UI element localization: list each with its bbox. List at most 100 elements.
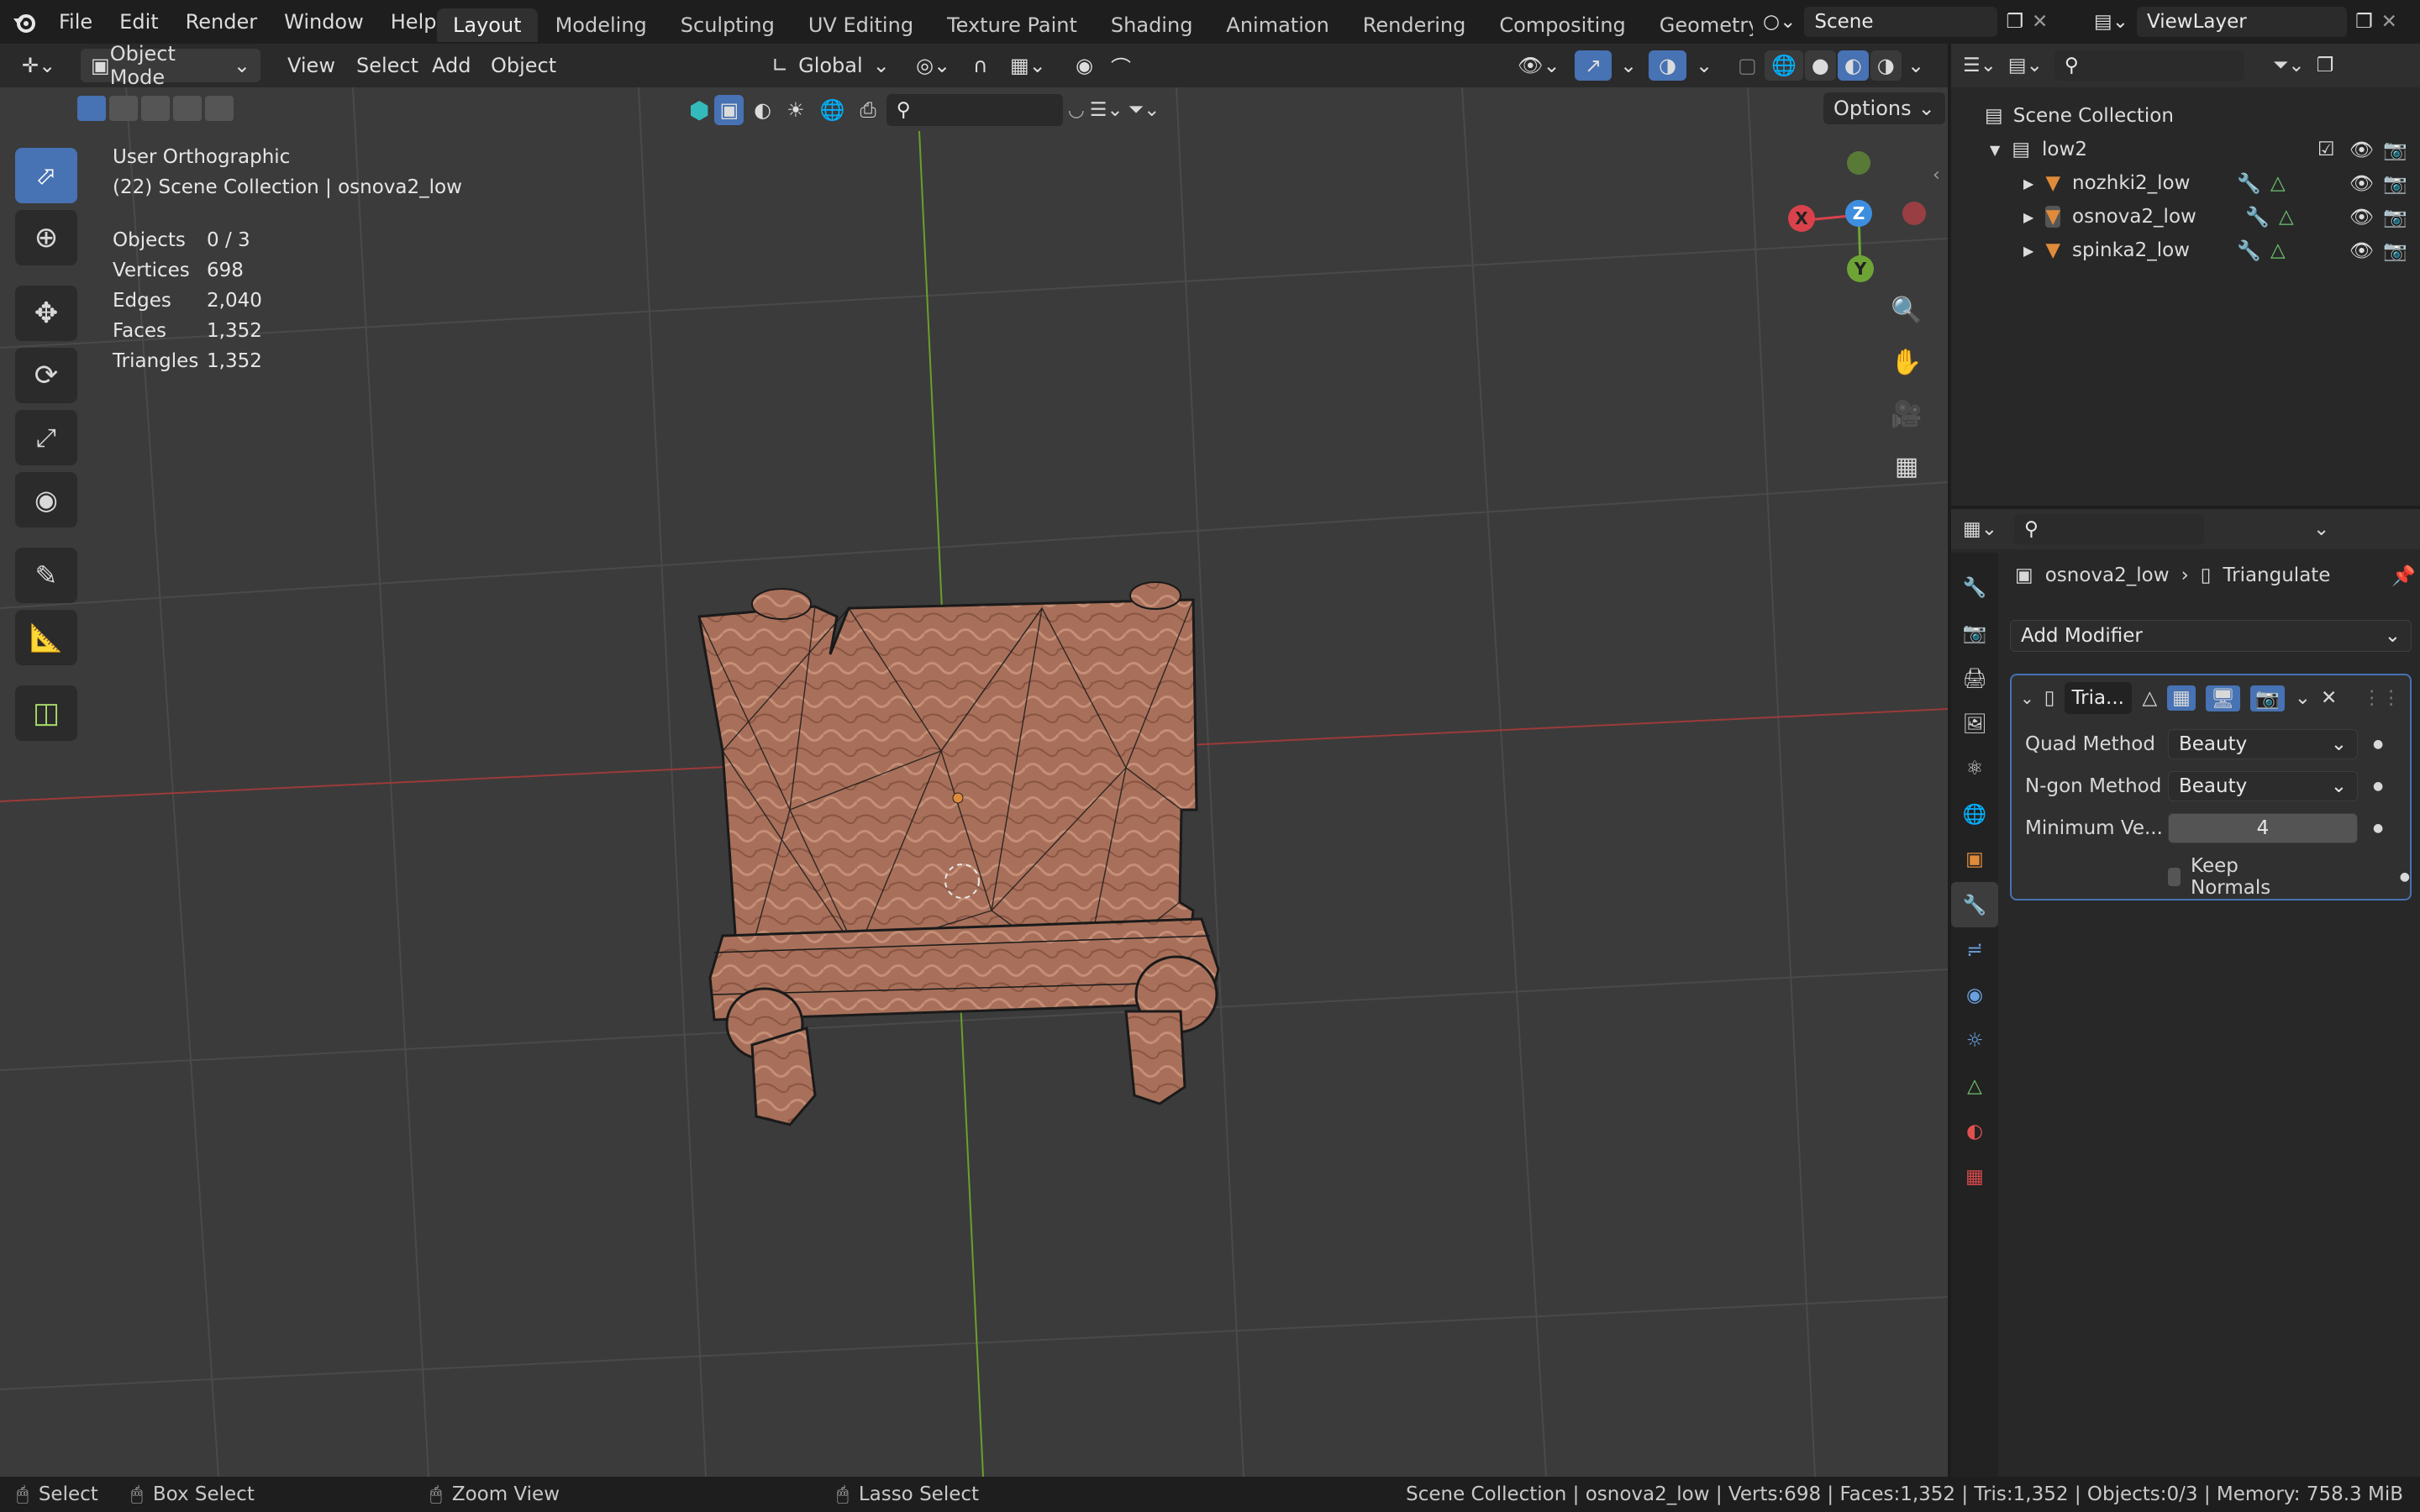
include-checkbox[interactable]: ☑ — [2317, 139, 2335, 160]
move-tool[interactable]: ✥ — [15, 286, 77, 341]
tab-view-layer[interactable]: 🖼 — [1951, 701, 1998, 746]
3d-viewport[interactable]: ⬀ ⊕ ✥ ⟳ ⤢ ◉ ✎ 📐 ◫ ⬢ ▣ ◐ ☀ 🌐 ⎙ ⚲ ◡ ☰⌄ ⏷⌄ … — [0, 87, 1948, 1477]
modifier-wrench-icon[interactable]: 🔧 — [2237, 239, 2261, 262]
pan-button[interactable]: ✋ — [1886, 341, 1928, 383]
render-camera-icon[interactable]: 📷 — [2383, 172, 2407, 195]
tab-compositing[interactable]: Compositing — [1483, 8, 1641, 42]
viewlayer-selector[interactable]: ▤⌄ ViewLayer ❐ ✕ — [2084, 5, 2412, 39]
wireframe-shading-button[interactable]: 🌐 — [1765, 50, 1803, 81]
filter-world-button[interactable]: 🌐 — [815, 95, 850, 125]
tab-layout[interactable]: Layout — [437, 8, 538, 42]
tab-modeling[interactable]: Modeling — [539, 8, 663, 42]
scene-collection-row[interactable]: ▤ Scene Collection — [1951, 99, 2420, 133]
rotate-tool[interactable]: ⟳ — [15, 348, 77, 403]
outliner-editor-icon[interactable]: ☰⌄ — [1963, 55, 1996, 76]
xray-toggle[interactable]: ▢ — [1728, 49, 1767, 82]
expand-arrow-icon[interactable]: ▼ — [1990, 142, 2000, 158]
expand-arrow-icon[interactable]: ▶ — [2023, 243, 2033, 259]
shading-dropdown[interactable]: ⌄ — [1897, 49, 1934, 82]
modifier-name-input[interactable]: Tria... — [2065, 682, 2133, 714]
gizmo-z-axis[interactable]: Z — [1845, 200, 1872, 227]
min-vertices-field[interactable]: 4 — [2168, 813, 2358, 843]
keyframe-dot-icon[interactable]: ● — [2373, 822, 2383, 835]
filter-sphere-button[interactable]: ◐ — [749, 95, 776, 125]
menu-window[interactable]: Window — [271, 0, 377, 44]
menu-edit[interactable]: Edit — [106, 0, 171, 44]
outliner-item-nozhki2-low[interactable]: ▶ ▼ nozhki2_low 🔧 △ 👁 📷 — [1951, 166, 2420, 200]
scale-tool[interactable]: ⤢ — [15, 410, 77, 465]
snap-target-dropdown[interactable]: ▦⌄ — [1000, 49, 1056, 82]
solid-shading-button[interactable]: ● — [1804, 50, 1836, 81]
overlay-dropdown[interactable]: ⌄ — [1686, 49, 1723, 82]
properties-editor-icon[interactable]: ▦⌄ — [1963, 518, 1997, 540]
gizmo-toggle[interactable]: ↗ — [1575, 50, 1612, 81]
add-modifier-button[interactable]: Add Modifier ⌄ — [2010, 620, 2412, 652]
material-shading-button[interactable]: ◐ — [1837, 50, 1869, 81]
tab-world[interactable]: 🌐 — [1951, 791, 1998, 837]
select-invert-button[interactable] — [173, 96, 202, 121]
tab-constraints[interactable]: ☼ — [1951, 1018, 1998, 1063]
perspective-toggle-button[interactable]: ▦ — [1886, 445, 1928, 487]
outliner-search-input[interactable]: ⚲ — [2054, 50, 2244, 81]
curve-icon[interactable]: ◡ — [1068, 99, 1085, 121]
tab-object[interactable]: ▣ — [1951, 837, 1998, 882]
tab-particles[interactable]: ≓ — [1951, 927, 1998, 973]
close-icon[interactable]: ✕ — [2321, 687, 2337, 709]
keep-normals-checkbox[interactable] — [2168, 868, 2181, 886]
filter-funnel-icon[interactable]: ⏷⌄ — [1128, 99, 1160, 121]
proportional-edit-toggle[interactable]: ◉ — [1065, 49, 1103, 82]
filter-object-button[interactable]: ▣ — [714, 95, 744, 125]
tab-texture[interactable]: ▦ — [1951, 1154, 1998, 1200]
gizmo-y-axis[interactable]: Y — [1847, 255, 1874, 282]
render-camera-icon[interactable]: 📷 — [2383, 139, 2407, 161]
viewlayer-name[interactable]: ViewLayer — [2137, 7, 2348, 37]
collection-row[interactable]: ▼ ▤ low2 ☑ 👁 📷 — [1951, 133, 2420, 166]
drag-handle-icon[interactable]: ⋮⋮ — [2362, 687, 2401, 709]
gizmo-dropdown[interactable]: ⌄ — [1610, 49, 1647, 82]
overlay-toggle[interactable]: ◑ — [1649, 50, 1686, 81]
tab-scene[interactable]: ⚛ — [1951, 746, 1998, 791]
scene-name[interactable]: Scene — [1804, 7, 1998, 37]
orientation-dropdown[interactable]: ∟ Global ⌄ — [761, 49, 900, 82]
expand-arrow-icon[interactable]: ▶ — [2023, 209, 2033, 225]
list-dropdown-icon[interactable]: ☰⌄ — [1090, 99, 1123, 121]
display-mode-icon[interactable]: ▤⌄ — [2008, 55, 2043, 76]
select-menu[interactable]: Select — [346, 49, 429, 82]
new-viewlayer-icon[interactable]: ❐ — [2355, 11, 2373, 33]
keyframe-dot-icon[interactable]: ● — [2373, 780, 2383, 793]
menu-file[interactable]: File — [45, 0, 106, 44]
select-subtract-button[interactable] — [141, 96, 170, 121]
object-menu[interactable]: Object — [481, 49, 566, 82]
snap-toggle[interactable]: ∩ — [963, 49, 998, 82]
new-scene-icon[interactable]: ❐ — [2006, 11, 2023, 33]
tab-render[interactable]: 📷 — [1951, 610, 1998, 655]
tab-material[interactable]: ◐ — [1951, 1109, 1998, 1154]
new-collection-icon[interactable]: ❐ — [2317, 55, 2334, 76]
cage-toggle-icon[interactable]: ▦ — [2167, 685, 2196, 711]
collapse-arrow-icon[interactable]: ⌄ — [2020, 688, 2034, 708]
select-new-button[interactable] — [77, 96, 106, 121]
cursor-tool[interactable]: ⊕ — [15, 210, 77, 265]
gizmo-x-axis[interactable]: X — [1788, 205, 1815, 232]
tab-data[interactable]: △ — [1951, 1063, 1998, 1109]
mesh-data-icon[interactable]: △ — [2279, 206, 2294, 228]
tab-sculpting[interactable]: Sculpting — [665, 8, 791, 42]
tab-tool[interactable]: 🔧 — [1951, 564, 1998, 610]
viewport-search-input[interactable]: ⚲ — [886, 94, 1063, 126]
chevron-down-icon[interactable]: ⌄ — [2295, 687, 2311, 709]
options-dropdown[interactable]: Options ⌄ — [1823, 92, 1945, 124]
viewport-display-icon[interactable]: 🖥 — [2205, 685, 2241, 711]
chair-model[interactable] — [689, 558, 1235, 1146]
tab-physics[interactable]: ◉ — [1951, 973, 1998, 1018]
tab-texture-paint[interactable]: Texture Paint — [931, 8, 1093, 42]
render-camera-icon[interactable]: 📷 — [2383, 206, 2407, 228]
keyframe-dot-icon[interactable]: ● — [2400, 870, 2410, 884]
keyframe-dot-icon[interactable]: ● — [2373, 738, 2383, 751]
eye-icon[interactable]: 👁 — [2349, 139, 2374, 161]
select-box-tool[interactable]: ⬀ — [15, 148, 77, 203]
tab-shading[interactable]: Shading — [1095, 8, 1209, 42]
eye-icon[interactable]: 👁 — [2349, 172, 2374, 195]
add-menu[interactable]: Add — [422, 49, 481, 82]
modifier-wrench-icon[interactable]: 🔧 — [2245, 206, 2270, 228]
sidebar-toggle-icon[interactable]: ‹ — [1933, 165, 1940, 186]
